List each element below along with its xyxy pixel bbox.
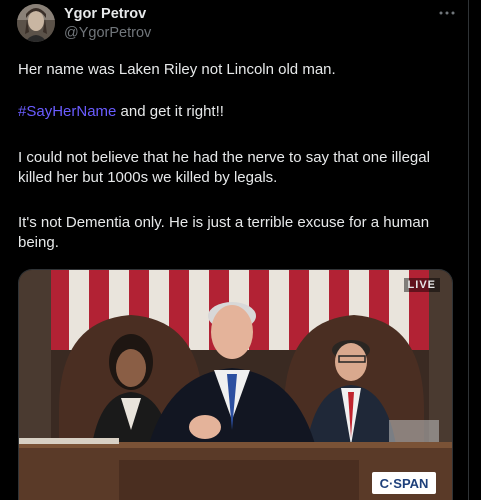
tweet-post: Ygor Petrov @YgorPetrov Her name was Lak… xyxy=(0,0,469,500)
more-options-button[interactable] xyxy=(436,4,458,22)
more-horizontal-icon xyxy=(439,11,455,15)
tweet-paragraph-3: I could not believe that he had the nerv… xyxy=(18,149,430,186)
speech-scene-image xyxy=(19,270,452,500)
tweet-line-1: Her name was Laken Riley not Lincoln old… xyxy=(18,61,336,78)
cspan-logo: C·SPAN xyxy=(372,472,436,494)
live-badge: LIVE xyxy=(403,278,440,292)
hashtag-link[interactable]: #SayHerName xyxy=(18,103,116,120)
tweet-line-2: #SayHerName and get it right!! xyxy=(18,102,224,122)
author-avatar[interactable] xyxy=(17,4,55,42)
author-display-name[interactable]: Ygor Petrov xyxy=(64,6,146,22)
user-avatar-icon xyxy=(17,4,55,42)
author-handle[interactable]: @YgorPetrov xyxy=(64,25,151,41)
tweet-line-2-rest: and get it right!! xyxy=(116,103,224,120)
tweet-paragraph-4: It's not Dementia only. He is just a ter… xyxy=(18,214,430,251)
tweet-media-image[interactable]: LIVE C·SPAN xyxy=(18,269,453,500)
